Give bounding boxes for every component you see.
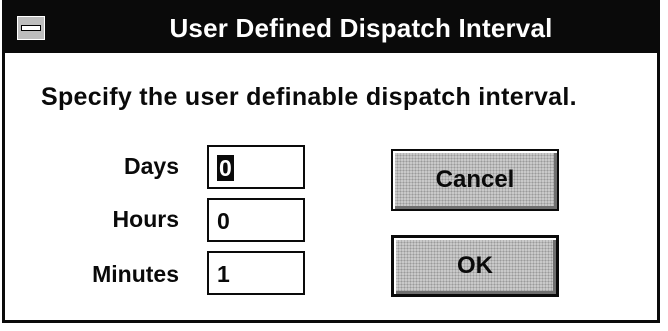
title-bar: User Defined Dispatch Interval	[5, 3, 657, 53]
dispatch-interval-dialog: User Defined Dispatch Interval Specify t…	[2, 0, 660, 323]
system-menu-bar	[21, 25, 41, 31]
days-value: 0	[217, 155, 234, 181]
window-title: User Defined Dispatch Interval	[169, 13, 553, 43]
hours-label: Hours	[112, 206, 179, 232]
system-menu-icon[interactable]	[17, 16, 45, 40]
minutes-input[interactable]: 1	[207, 251, 305, 295]
days-input[interactable]: 0	[207, 145, 305, 189]
minutes-value: 1	[217, 261, 230, 287]
minutes-label: Minutes	[92, 261, 179, 287]
instruction-text: Specify the user definable dispatch inte…	[41, 83, 577, 111]
hours-value: 0	[217, 208, 230, 234]
cancel-button[interactable]: Cancel	[391, 149, 559, 211]
hours-input[interactable]: 0	[207, 198, 305, 242]
ok-button[interactable]: OK	[391, 235, 559, 297]
days-label: Days	[124, 153, 179, 179]
